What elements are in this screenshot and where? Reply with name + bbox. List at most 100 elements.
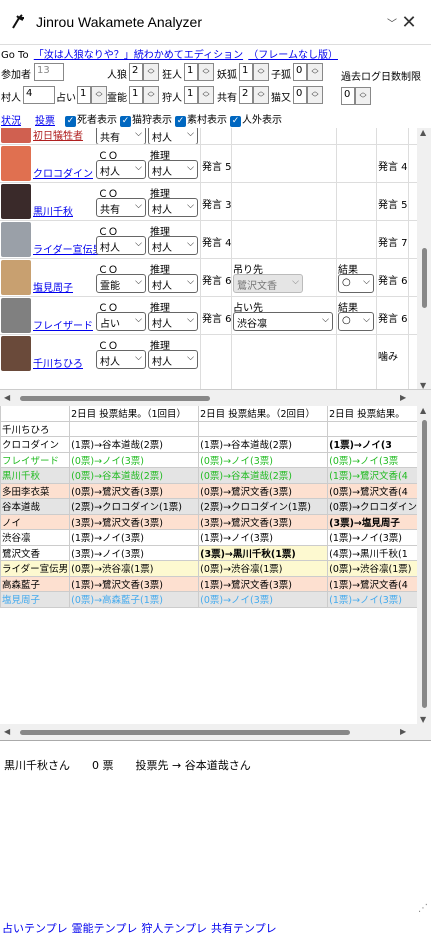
table-row: 鷺沢文香 (3票)→ノイ(3票) (3票)→黒川千秋(1票) (4票)→黒川千秋… [0,544,429,561]
horizontal-scrollbar[interactable]: ◀ ▶ [0,724,431,740]
co-select[interactable]: 共有 ⌵ [96,128,146,145]
seer-field[interactable]: 1 [77,86,91,104]
participants-field[interactable]: 13 [34,63,64,81]
option-nekokari[interactable]: ✓ 猫狩表示 [120,111,172,127]
fox-spinner[interactable]: ︿ ﹀ [253,63,269,81]
co-select[interactable]: 占い ⌵ [96,312,146,331]
mason-field[interactable]: 2 [239,86,253,104]
window-title: Jinrou Wakamete Analyzer [36,14,202,30]
player-name[interactable]: フレイザード [33,317,93,332]
players-pane[interactable]: 初日犠牲者 共有 ⌵ 村人 ⌵ クロコダイン ＣＯ 推理 村人 ⌵ 村人 ⌵ 発言 5 … [0,128,431,390]
fox-field[interactable]: 1 [239,63,253,81]
option-plain-villager[interactable]: ✓ 素村表示 [175,111,227,127]
horizontal-scrollbar[interactable]: ◀ ▶ [0,390,431,406]
scrollbar-thumb[interactable] [20,730,350,735]
player-name[interactable]: ライダー宣伝男 [33,241,103,256]
medium-spinner[interactable]: ︿ ﹀ [143,86,159,104]
template-link[interactable]: 共有テンプレ [211,922,277,933]
chevron-down-icon: ⌵ [187,163,194,173]
co-select[interactable]: 村人 ⌵ [96,160,146,179]
player-row: クロコダイン ＣＯ 推理 村人 ⌵ 村人 ⌵ 発言 5 発言 4 [0,144,417,182]
goto-link-noframe[interactable]: （フレームなし版） [248,50,338,61]
goto-row: Go To 「汝は人狼なりや？」続わかめてエディション （フレームなし版） [0,45,431,62]
seer-spinner[interactable]: ︿ ﹀ [91,86,107,104]
result-select[interactable]: ○ ⌵ [338,274,374,293]
medium-field[interactable]: 1 [129,86,143,104]
vote-cell-1: (1票)→谷本道哉(2票) [69,436,200,453]
avatar [1,336,31,371]
template-links: 占いテンプレ 霊能テンプレ 狩人テンプレ 共有テンプレ [0,917,431,933]
kitsune-child-field[interactable]: 0 [293,63,307,81]
suspect-select[interactable]: 村人 ⌵ [148,236,198,255]
suspect-select[interactable]: 村人 ⌵ [148,350,198,369]
vote-pane[interactable]: 2日目 投票結果。（1回目） 2日目 投票結果。（2回目） 2日目 投票結果。 … [0,406,431,740]
co-select[interactable]: 村人 ⌵ [96,350,146,369]
player-name[interactable]: クロコダイン [33,165,93,180]
status-link[interactable]: 状況 [1,112,21,127]
hunter-spinner[interactable]: ︿ ﹀ [198,86,214,104]
option-nonhuman[interactable]: ✓ 人外表示 [230,111,282,127]
player-name[interactable]: 塩見周子 [33,279,73,294]
scrollbar-thumb[interactable] [422,420,427,708]
template-link[interactable]: 狩人テンプレ [141,922,207,933]
madman-spinner[interactable]: ︿ ﹀ [198,63,214,81]
log-limit-spinner[interactable]: ︿ ﹀ [355,87,371,105]
wolf-spinner[interactable]: ︿ ﹀ [143,63,159,81]
avatar [1,298,31,333]
chevron-down-icon: ⌵ [135,315,142,325]
scroll-right-icon: ▶ [400,727,407,736]
speech-count-day3: 発言 5 [378,200,408,211]
scrollbar-thumb[interactable] [20,396,210,401]
mason-spinner[interactable]: ︿ ﹀ [253,86,269,104]
vote-cell-2: (3票)→黒川千秋(1票) [198,544,329,561]
kitsune-child-label: 子狐 [271,70,291,81]
co-select[interactable]: 村人 ⌵ [96,236,146,255]
suspect-select[interactable]: 村人 ⌵ [148,128,198,145]
chevron-down-icon: ⌵ [292,277,299,287]
template-link[interactable]: 占いテンプレ [2,922,68,933]
suspect-select[interactable]: 村人 ⌵ [148,198,198,217]
target-select[interactable]: 鷺沢文香 ⌵ [233,274,303,293]
nekomata-field[interactable]: 0 [293,86,307,104]
player-name[interactable]: 千川ちひろ [33,355,83,370]
vote-cell-3: (1票)→ノイ(3票) [327,591,429,608]
player-name[interactable]: 初日犠牲者 [33,128,83,142]
hunter-field[interactable]: 1 [184,86,198,104]
suspect-select[interactable]: 村人 ⌵ [148,274,198,293]
medium-label: 霊能 [107,93,127,104]
goto-link-main[interactable]: 「汝は人狼なりや？」続わかめてエディション [34,50,243,61]
suspect-select[interactable]: 村人 ⌵ [148,312,198,331]
co-select[interactable]: 共有 ⌵ [96,198,146,217]
vote-cell-1: (0票)→谷本道哉(2票) [69,467,200,484]
table-row: 塩見周子 (0票)→高森藍子(1票) (0票)→ノイ(3票) (1票)→ノイ(3… [0,591,429,608]
result-select[interactable]: ○ ⌵ [338,312,374,331]
nekomata-spinner[interactable]: ︿ ﹀ [307,86,323,104]
vertical-scrollbar[interactable]: ▲ ▼ [417,406,431,724]
chevron-down-icon[interactable]: ﹀ [387,15,397,30]
villager-field[interactable]: 4 [23,86,55,104]
co-select[interactable]: 霊能 ⌵ [96,274,146,293]
avatar [1,260,31,295]
close-icon[interactable]: ✕ [397,12,421,33]
wolf-field[interactable]: 2 [129,63,143,81]
vote-table-header: 2日目 投票結果。（1回目） 2日目 投票結果。（2回目） 2日目 投票結果。 [0,406,429,422]
target-select[interactable]: 渋谷凛 ⌵ [233,312,333,331]
vertical-scrollbar[interactable]: ▲ ▼ [417,128,431,389]
table-row: ライダー宣伝男 (0票)→渋谷凛(1票) (0票)→渋谷凛(1票) (0票)→渋… [0,560,429,577]
template-link[interactable]: 霊能テンプレ [72,922,138,933]
vote-link[interactable]: 投票 [35,112,55,127]
madman-field[interactable]: 1 [184,63,198,81]
suspect-select[interactable]: 村人 ⌵ [148,160,198,179]
log-limit-field[interactable]: 0 [341,87,355,105]
kitsune-child-spinner[interactable]: ︿ ﹀ [307,63,323,81]
scrollbar-thumb[interactable] [422,248,427,308]
wolf-label: 人狼 [107,70,127,81]
memo-textarea[interactable]: 黒川千秋さん 0 票 投票先 → 谷本道哉さん ⋰ [0,740,431,917]
player-name[interactable]: 黒川千秋 [33,203,73,218]
voter-name: 谷本道哉 [0,498,71,515]
vote-table: 2日目 投票結果。（1回目） 2日目 投票結果。（2回目） 2日目 投票結果。 … [0,406,429,608]
option-dead[interactable]: ✓ 死者表示 [65,111,117,127]
table-row: 千川ちひろ [0,420,429,437]
resize-grip-icon[interactable]: ⋰ [418,903,428,914]
scroll-left-icon: ◀ [4,393,11,402]
